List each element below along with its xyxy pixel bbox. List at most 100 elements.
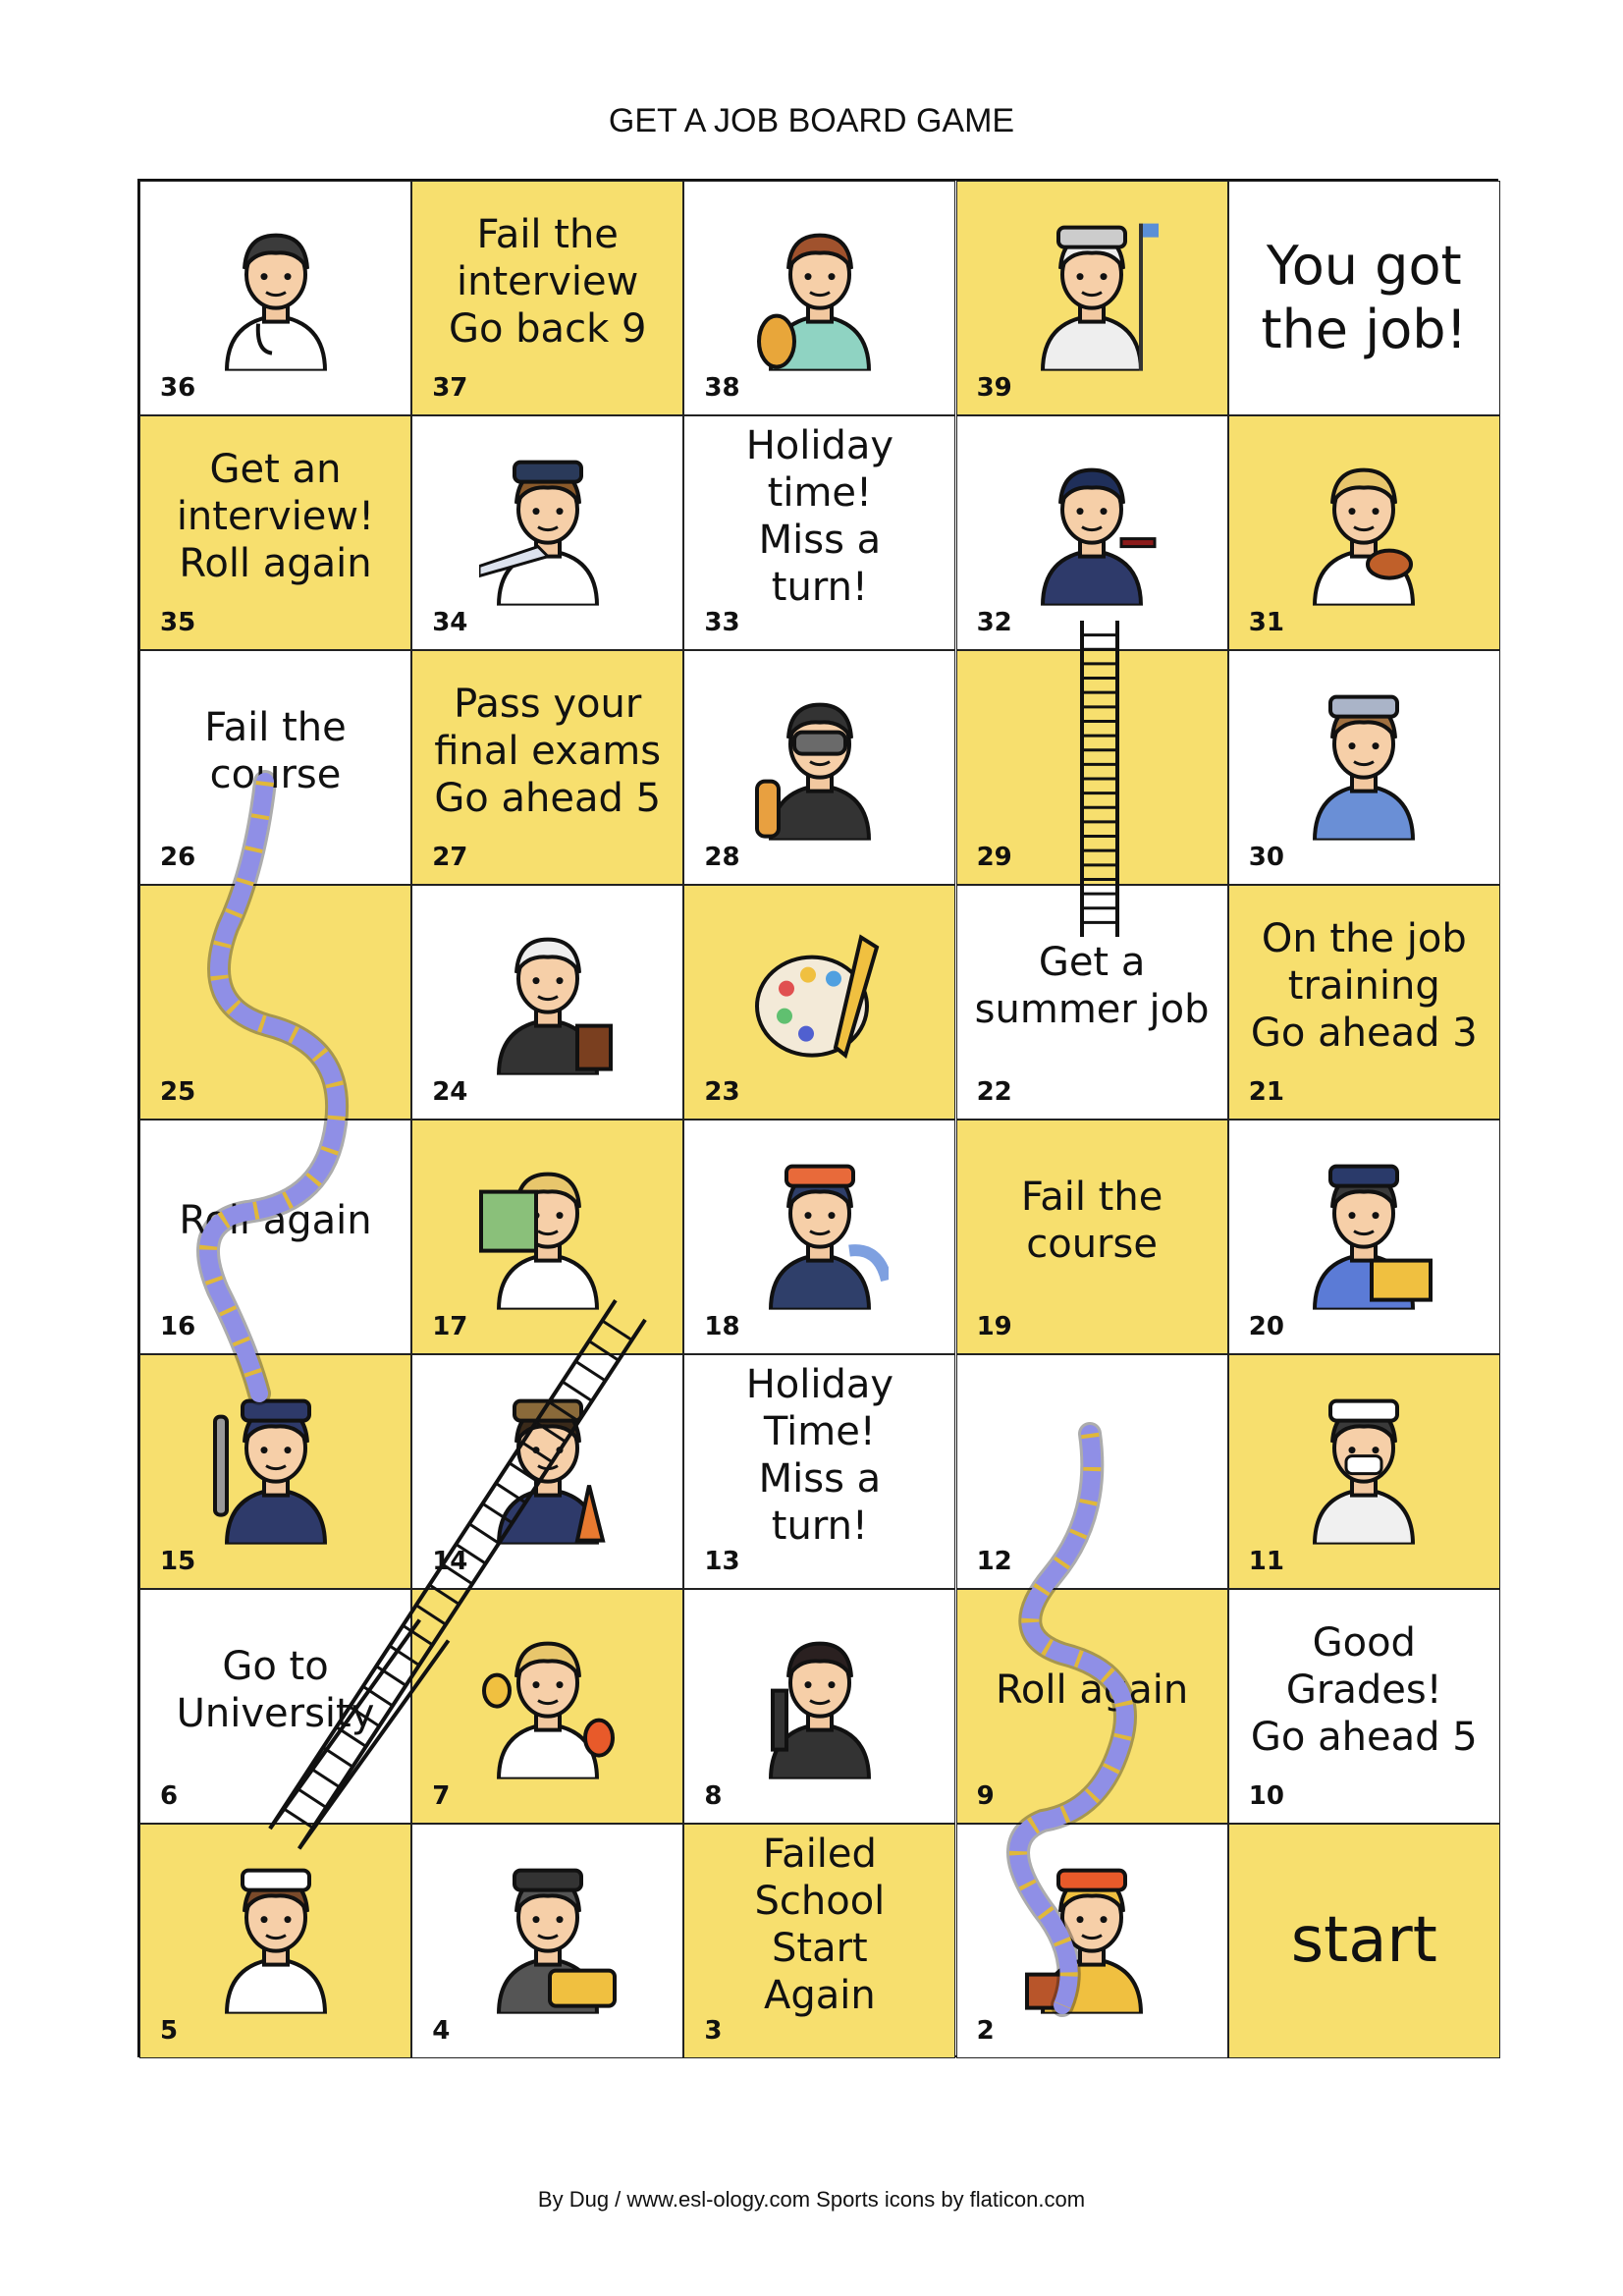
square-number: 13 — [704, 1547, 740, 1576]
square-number: 33 — [704, 608, 740, 637]
square-number: 12 — [976, 1547, 1012, 1576]
square-text: Good Grades! Go ahead 5 — [1250, 1619, 1478, 1760]
footer-credits: By Dug / www.esl-ology.com Sports icons … — [537, 2187, 1086, 2212]
square-text: Get an interview! Roll again — [176, 446, 375, 586]
board-square-37: Fail the interview Go back 9 37 — [411, 181, 684, 415]
square-number: 37 — [432, 373, 468, 403]
board-square-24: 24 — [411, 885, 684, 1120]
square-number: 14 — [432, 1547, 468, 1576]
officer-icon — [1313, 694, 1416, 841]
board-square-1: start — [1227, 1824, 1500, 2058]
square-number: 38 — [704, 373, 740, 403]
board-square-15: 15 — [139, 1354, 411, 1589]
diver-icon — [754, 702, 871, 841]
board-square-6: Go to University 6 — [139, 1589, 411, 1824]
board-square-20: 20 — [1227, 1120, 1500, 1354]
board-square-17: 17 — [411, 1120, 684, 1354]
board-square-38: 38 — [683, 181, 956, 415]
square-number: 5 — [160, 2016, 179, 2046]
firefighter-icon — [768, 1164, 889, 1310]
astronaut-icon — [1041, 223, 1160, 371]
pilot-icon — [478, 460, 599, 606]
square-number: 25 — [160, 1077, 196, 1107]
square-number: 17 — [432, 1312, 468, 1341]
square-text: Roll again — [179, 1197, 372, 1243]
violinist-icon — [1313, 467, 1416, 606]
square-number: 15 — [160, 1547, 196, 1576]
square-number: 22 — [976, 1077, 1012, 1107]
square-number: 9 — [976, 1781, 995, 1811]
mechanic-icon — [212, 1398, 327, 1545]
painter-palette-icon — [754, 933, 880, 1059]
board-square-26: Fail the course 26 — [139, 650, 411, 885]
board-square-13: Holiday Time! Miss a turn! 13 — [683, 1354, 956, 1589]
farmer-icon — [496, 1398, 606, 1545]
board-square-16: Roll again 16 — [139, 1120, 411, 1354]
singer-icon — [768, 1641, 871, 1779]
postman-icon — [1313, 1164, 1434, 1310]
square-number: 31 — [1248, 608, 1284, 637]
judge-icon — [496, 937, 613, 1075]
square-text: Roll again — [995, 1667, 1189, 1713]
board-square-33: Holiday time! Miss a turn! 33 — [683, 415, 956, 650]
board-square-5: 5 — [139, 1824, 411, 2058]
square-text: You got the job! — [1261, 234, 1468, 360]
board-square-25: 25 — [139, 885, 411, 1120]
square-number: 18 — [704, 1312, 740, 1341]
teacher-icon — [478, 1172, 599, 1310]
board-square-2: 2 — [955, 1824, 1228, 2058]
square-number: 27 — [432, 843, 468, 872]
board-square-21: On the job training Go ahead 3 21 — [1227, 885, 1500, 1120]
board-square-10: Good Grades! Go ahead 5 10 — [1227, 1589, 1500, 1824]
board-square-19: Fail the course 19 — [955, 1120, 1228, 1354]
square-text: Fail the interview Go back 9 — [448, 211, 647, 352]
chef-icon — [224, 1868, 327, 2014]
square-text: Holiday time! Miss a turn! — [745, 422, 894, 610]
square-text: Go to University — [176, 1643, 375, 1736]
board-square-9: Roll again 9 — [955, 1589, 1228, 1824]
square-number: 11 — [1248, 1547, 1284, 1576]
square-number: 39 — [976, 373, 1012, 403]
square-number: 7 — [432, 1781, 451, 1811]
square-number: 24 — [432, 1077, 468, 1107]
square-text: Fail the course — [1020, 1174, 1163, 1267]
board-square-30: 30 — [1227, 650, 1500, 885]
vet-icon — [756, 233, 871, 371]
board-square-31: 31 — [1227, 415, 1500, 650]
square-number: 34 — [432, 608, 468, 637]
board-square-40: You got the job! — [1227, 181, 1500, 415]
game-board: 3 6 Fail the interview Go back 9 37 38 39 You … — [137, 179, 1500, 2058]
waiter-icon — [1041, 467, 1157, 606]
square-number: 32 — [976, 608, 1012, 637]
board-square-11: 11 — [1227, 1354, 1500, 1589]
board-square-27: Pass your final exams Go ahead 5 27 — [411, 650, 684, 885]
board-square-28: 28 — [683, 650, 956, 885]
square-number: 6 — [160, 1781, 179, 1811]
square-number: 35 — [160, 608, 196, 637]
taxi-driver-icon — [496, 1868, 617, 2014]
square-number: 26 — [160, 843, 196, 872]
square-text: Get a summer job — [974, 939, 1210, 1032]
square-number: 2 — [976, 2016, 995, 2046]
board-square-34: 34 — [411, 415, 684, 650]
square-text: Fail the course — [204, 704, 347, 797]
board-square-7: 7 — [411, 1589, 684, 1824]
square-number: 21 — [1248, 1077, 1284, 1107]
actor-icon — [481, 1641, 615, 1779]
square-number: 19 — [976, 1312, 1012, 1341]
square-number: 3 — [704, 2016, 723, 2046]
square-text: On the job training Go ahead 3 — [1250, 915, 1478, 1056]
square-text: Pass your final exams Go ahead 5 — [434, 681, 662, 821]
page-title: GET A JOB BOARD GAME — [608, 102, 1015, 139]
board-square-22: Get a summer job 22 — [955, 885, 1228, 1120]
board-square-3: Failed School Start Again 3 — [683, 1824, 956, 2058]
board-square-4: 4 — [411, 1824, 684, 2058]
square-number: 10 — [1248, 1781, 1284, 1811]
board-square-29: 29 — [955, 650, 1228, 885]
board-square-18: 18 — [683, 1120, 956, 1354]
board-square-23: 23 — [683, 885, 956, 1120]
nurse-icon — [1313, 1398, 1416, 1545]
board-square-32: 32 — [955, 415, 1228, 650]
square-number: 30 — [1248, 843, 1284, 872]
square-text: start — [1290, 1904, 1437, 1978]
